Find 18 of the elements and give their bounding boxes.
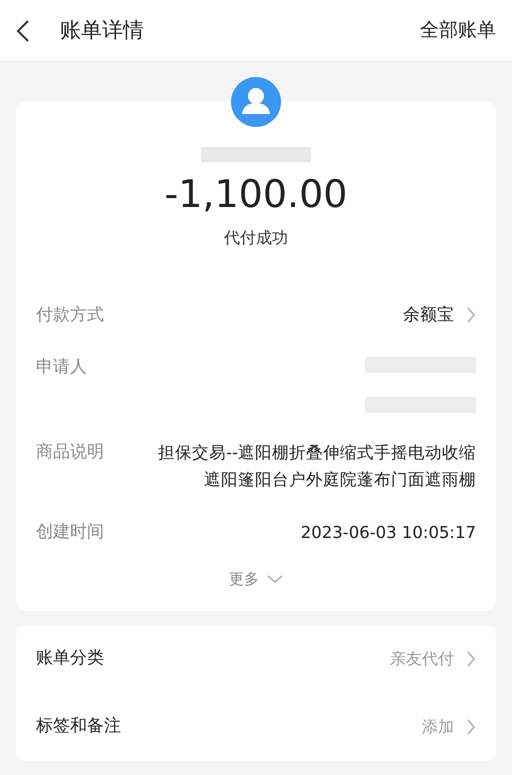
more-button[interactable]: 更多	[229, 568, 283, 590]
chevron-right-icon	[466, 650, 476, 666]
field-label: 付款方式	[36, 304, 105, 327]
settings-row[interactable]: 账单分类 亲友代付	[36, 624, 476, 692]
field-value: 2023-06-03 10:05:17	[300, 522, 476, 544]
chevron-right-icon	[466, 307, 476, 323]
field-label: 申请人	[36, 356, 88, 379]
all-bills-link[interactable]: 全部账单	[420, 16, 496, 45]
field-label: 创建时间	[36, 521, 105, 544]
payment-method-link[interactable]: 余额宝	[403, 302, 476, 328]
chevron-down-icon	[267, 574, 283, 584]
field-label: 商品说明	[36, 441, 105, 464]
field-value: 担保交易--遮阳棚折叠伸缩式手摇电动收缩遮阳篷阳台户外庭院蓬布门面遮雨棚	[157, 442, 476, 491]
amount: -1,100.00	[164, 171, 348, 218]
chevron-right-icon	[466, 718, 476, 734]
status-text: 代付成功	[224, 227, 288, 249]
settings-row[interactable]: 标签和备注 添加	[36, 692, 476, 760]
page-title: 账单详情	[60, 16, 144, 44]
